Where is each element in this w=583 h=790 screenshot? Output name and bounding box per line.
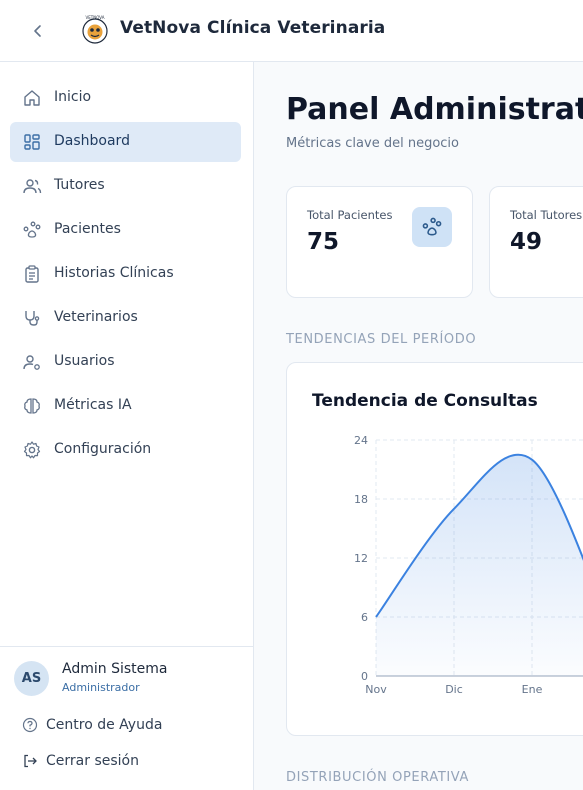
y-tick-label: 18: [354, 493, 368, 506]
chevron-left-icon: [34, 25, 41, 37]
x-tick-label: Ene: [522, 683, 543, 696]
sidebar-item-dashboard[interactable]: Dashboard: [10, 122, 241, 162]
avatar[interactable]: AS: [14, 661, 49, 696]
sidebar-item-metricas-ia[interactable]: Métricas IA: [10, 386, 241, 426]
page-subtitle: Métricas clave del negocio: [286, 136, 459, 151]
home-icon: [24, 90, 40, 106]
user-name: Admin Sistema: [62, 661, 168, 677]
users-icon: [23, 179, 42, 194]
paw-icon: [23, 221, 41, 238]
y-tick-label: 0: [361, 670, 368, 683]
kpi-card-tutores: Total Tutores 49: [489, 186, 583, 298]
brain-icon: [24, 398, 40, 414]
user-cog-icon: [23, 355, 40, 370]
kpi-value: 49: [510, 229, 543, 255]
sidebar-item-pacientes[interactable]: Pacientes: [10, 210, 241, 250]
sidebar-item-label: Veterinarios: [54, 309, 138, 325]
sidebar: Inicio Dashboard Tutores Pacientes Histo…: [0, 62, 254, 790]
section-label-trends: TENDENCIAS DEL PERÍODO: [286, 332, 477, 347]
dashboard-grid-icon: [24, 134, 40, 150]
sidebar-item-label: Métricas IA: [54, 397, 132, 413]
section-label-distribution: DISTRIBUCIÓN OPERATIVA: [286, 770, 469, 785]
sidebar-item-label: Tutores: [54, 177, 105, 193]
logout-label: Cerrar sesión: [46, 753, 139, 769]
logout-icon: [24, 754, 37, 768]
sidebar-item-inicio[interactable]: Inicio: [10, 78, 241, 118]
sidebar-footer: AS Admin Sistema Administrador Centro de…: [0, 646, 253, 790]
page-title: Panel Administrativo: [286, 92, 583, 127]
chart-card: Tendencia de Consultas 0 6 12 18 24 Nov Dic Ene: [286, 362, 583, 736]
y-tick-label: 12: [354, 552, 368, 565]
app-logo: VETNOVA: [80, 14, 110, 46]
sidebar-item-label: Configuración: [54, 441, 152, 457]
kpi-card-pacientes: Total Pacientes 75: [286, 186, 473, 298]
x-tick-label: Dic: [445, 683, 463, 696]
app-title: VetNova Clínica Veterinaria: [120, 18, 386, 38]
sidebar-item-tutores[interactable]: Tutores: [10, 166, 241, 206]
back-button[interactable]: [24, 17, 52, 45]
sidebar-item-configuracion[interactable]: Configuración: [10, 430, 241, 470]
kpi-label: Total Pacientes: [307, 208, 393, 222]
paw-icon: [422, 217, 442, 236]
y-tick-label: 24: [354, 434, 368, 447]
help-circle-icon: [22, 717, 38, 733]
y-tick-label: 6: [361, 611, 368, 624]
sidebar-item-label: Historias Clínicas: [54, 265, 174, 281]
user-role: Administrador: [62, 681, 140, 694]
top-bar: VETNOVA VetNova Clínica Veterinaria: [0, 0, 583, 62]
sidebar-item-veterinarios[interactable]: Veterinarios: [10, 298, 241, 338]
sidebar-item-usuarios[interactable]: Usuarios: [10, 342, 241, 382]
main-content: Panel Administrativo Métricas clave del …: [254, 62, 583, 790]
sidebar-item-label: Dashboard: [54, 133, 130, 149]
gear-icon: [23, 441, 41, 459]
consultas-trend-chart: 0 6 12 18 24 Nov Dic Ene: [354, 434, 583, 696]
sidebar-item-label: Inicio: [54, 89, 92, 105]
help-center-label: Centro de Ayuda: [46, 717, 163, 733]
sidebar-item-label: Pacientes: [54, 221, 121, 237]
svg-text:VETNOVA: VETNOVA: [86, 15, 105, 20]
clipboard-icon: [25, 265, 39, 283]
stethoscope-icon: [25, 311, 40, 326]
help-center-link[interactable]: Centro de Ayuda: [22, 714, 162, 736]
kpi-label: Total Tutores: [510, 208, 583, 222]
kpi-icon-container: [412, 207, 452, 247]
kpi-value: 75: [307, 229, 340, 255]
logout-link[interactable]: Cerrar sesión: [22, 750, 139, 772]
sidebar-item-label: Usuarios: [54, 353, 115, 369]
sidebar-item-historias[interactable]: Historias Clínicas: [10, 254, 241, 294]
x-tick-label: Nov: [365, 683, 387, 696]
